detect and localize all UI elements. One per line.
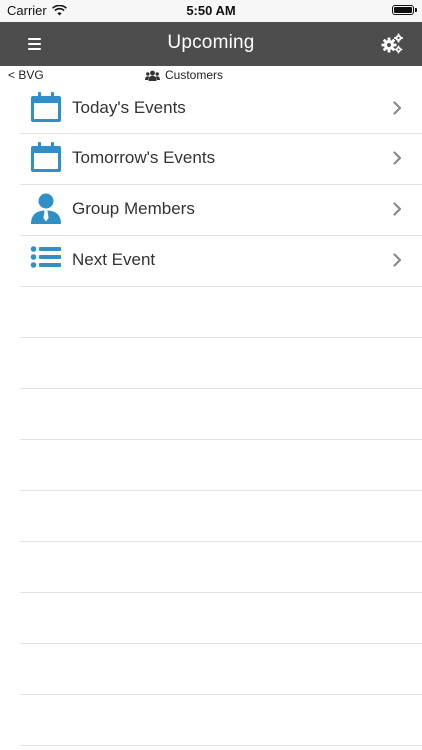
nav-bar: Upcoming [0,22,422,66]
chevron-right-icon [393,101,402,115]
list-item-tomorrows-events[interactable]: Tomorrow's Events [20,134,422,185]
empty-row [20,644,422,695]
list-item-label: Next Event [72,250,156,269]
list-item-group-members[interactable]: Group Members [20,185,422,236]
list-icon [30,246,61,268]
menu-list: Today's Events Tomorrow's Events Group M… [0,84,422,746]
calendar-icon [31,142,61,172]
list-item-label: Tomorrow's Events [72,148,216,167]
chevron-right-icon [393,151,402,165]
empty-row [20,440,422,491]
empty-row [20,593,422,644]
calendar-icon [31,92,61,122]
battery-icon [392,5,417,15]
chevron-right-icon [393,202,402,216]
customers-label: Customers [165,68,224,82]
sub-header: < BVG Customers [0,66,422,84]
empty-row [20,695,422,746]
person-icon [31,193,61,224]
empty-row [20,338,422,389]
settings-gears-icon[interactable] [380,33,404,55]
status-bar: Carrier 5:50 AM [0,0,422,22]
empty-row [20,287,422,338]
page-title: Upcoming [167,32,255,53]
users-icon [145,70,160,81]
chevron-right-icon [393,253,402,267]
clock: 5:50 AM [186,3,236,18]
empty-row [20,389,422,440]
list-item-todays-events[interactable]: Today's Events [20,84,422,134]
list-item-next-event[interactable]: Next Event [20,236,422,287]
list-item-label: Today's Events [72,98,186,117]
back-link[interactable]: < BVG [8,68,44,82]
customers-link[interactable]: Customers [145,68,223,82]
empty-row [20,542,422,593]
empty-row [20,491,422,542]
list-item-label: Group Members [72,199,195,218]
